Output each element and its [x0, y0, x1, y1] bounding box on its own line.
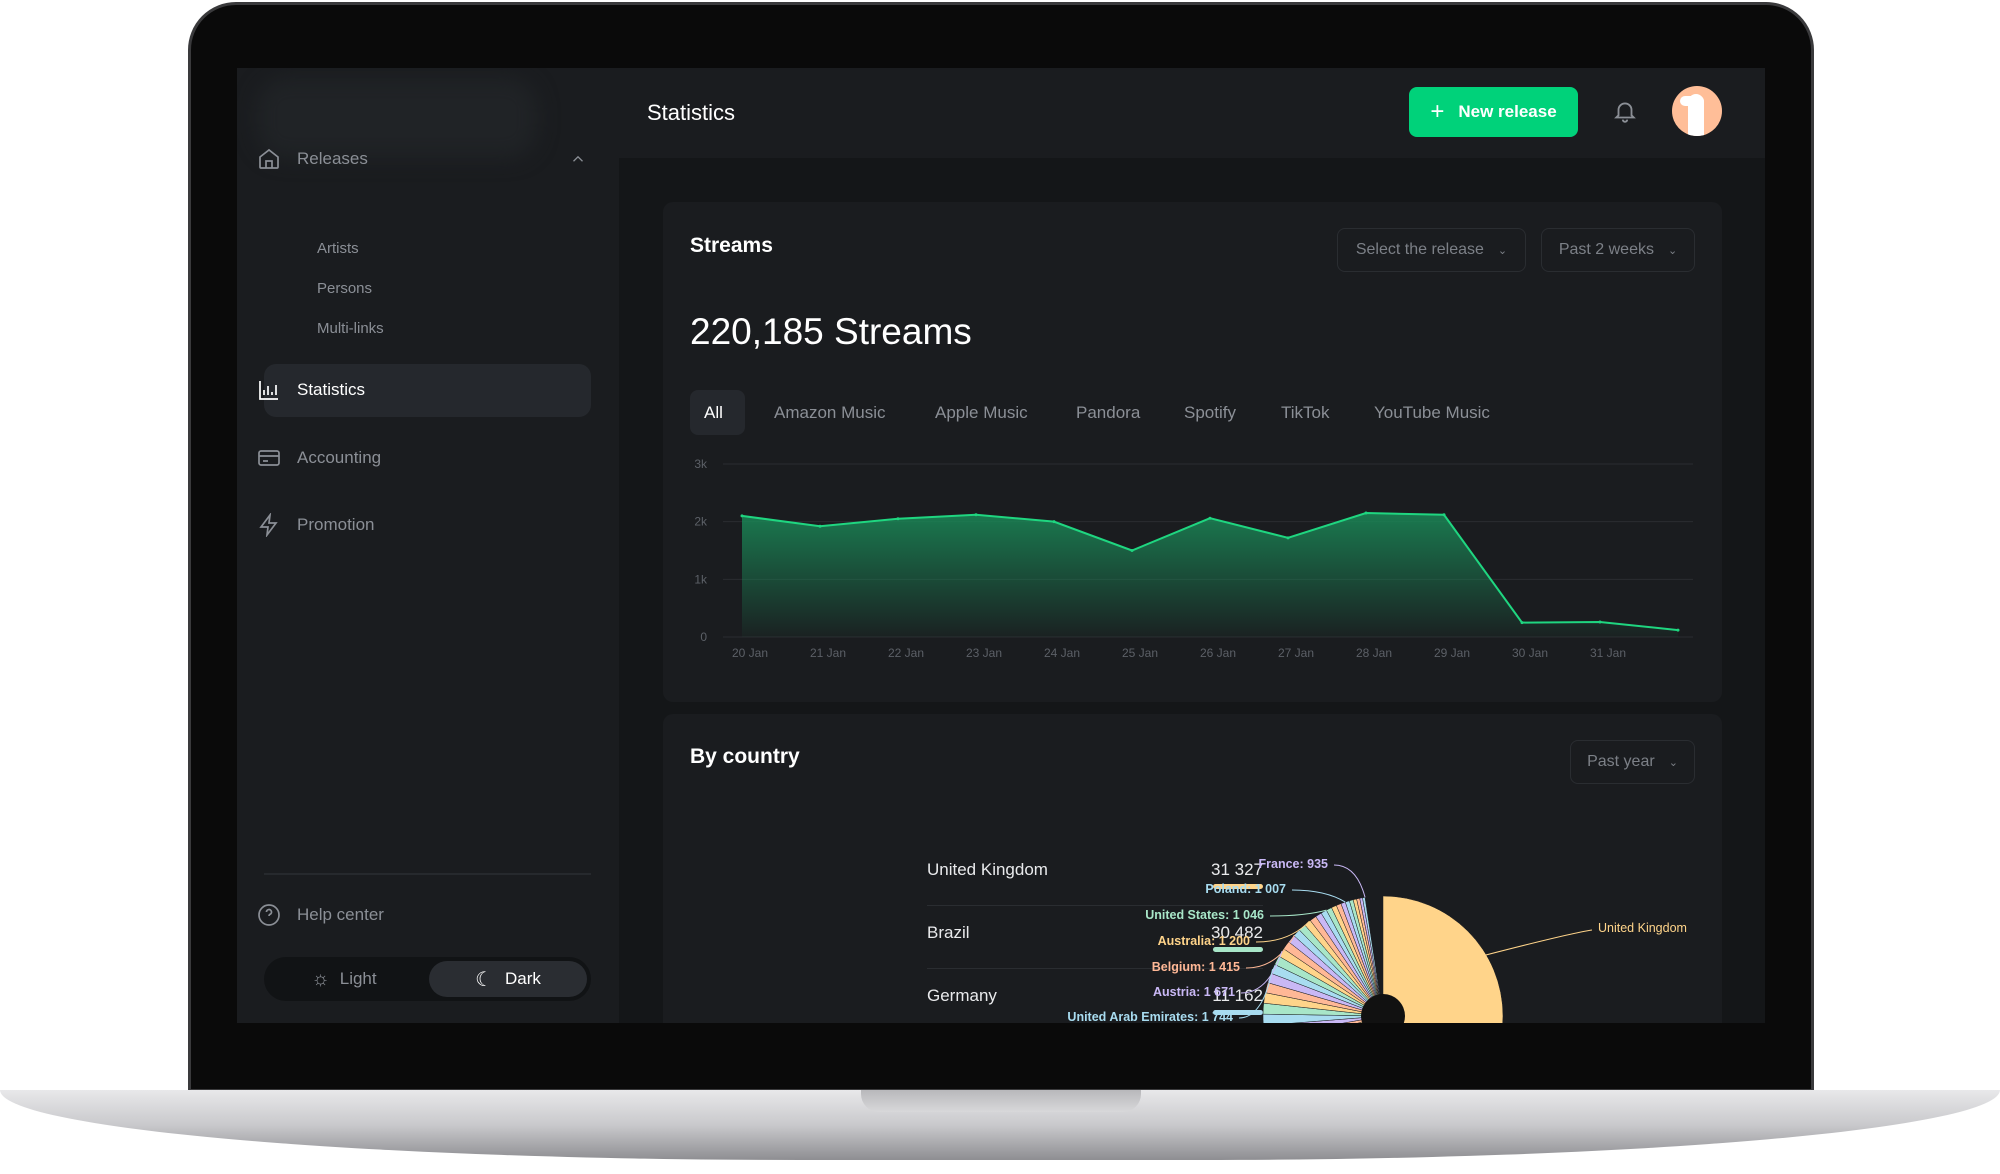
pie-label: United Kingdom [1598, 921, 1687, 935]
pie-label: United States: 1 046 [1145, 908, 1264, 922]
app-screen: Releases Artists Persons Multi-links Sta… [237, 68, 1765, 1023]
pie-label: France: 935 [1258, 857, 1328, 871]
pie-leader-line [1333, 864, 1366, 898]
pie-label: Poland: 1 007 [1205, 882, 1286, 896]
laptop-notch [861, 1090, 1141, 1112]
pie-leader-line [1481, 929, 1593, 957]
pie-leader-line [1291, 889, 1346, 903]
pie-label: United Arab Emirates: 1 744 [1067, 1010, 1233, 1023]
pie-label: Austria: 1 671 [1153, 985, 1235, 999]
country-pie-chart [1238, 864, 1593, 1023]
pie-label: Belgium: 1 415 [1151, 960, 1240, 974]
pie-label: Australia: 1 200 [1157, 934, 1250, 948]
